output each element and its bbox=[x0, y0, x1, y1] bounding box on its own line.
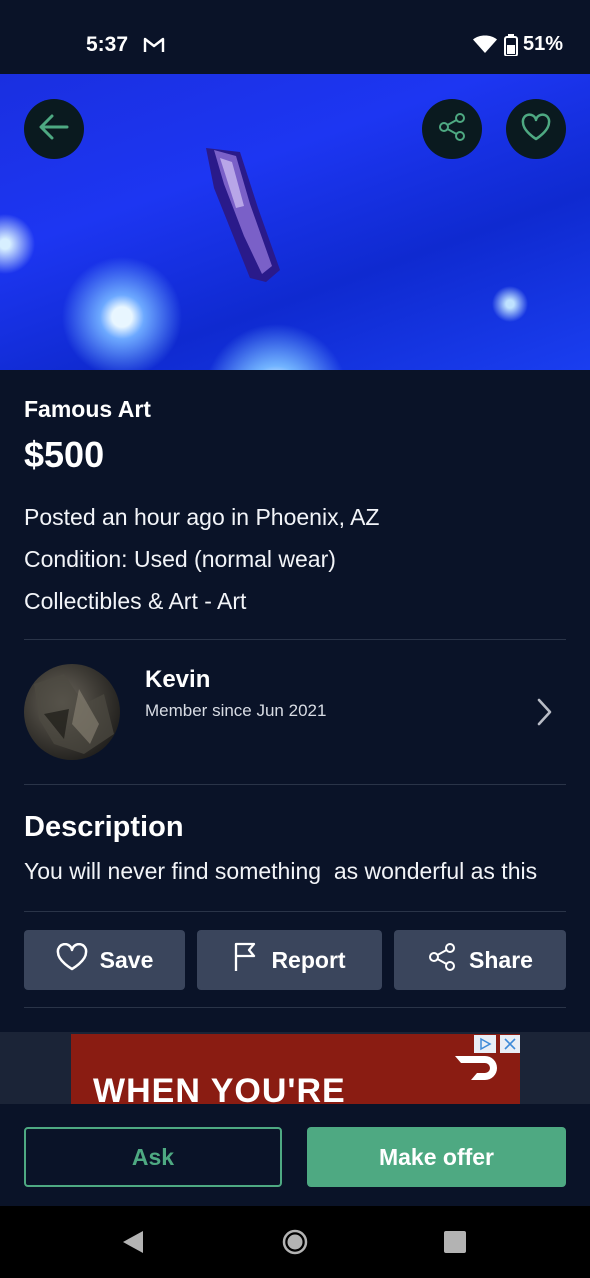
save-label: Save bbox=[99, 946, 154, 973]
posted-info: Posted an hour ago in Phoenix, AZ bbox=[24, 504, 380, 530]
item-title: Famous Art bbox=[24, 396, 151, 422]
share-label: Share bbox=[469, 946, 533, 973]
seller-name: Kevin bbox=[145, 666, 211, 693]
item-price: $500 bbox=[24, 434, 105, 475]
status-time: 5:37 bbox=[86, 33, 129, 56]
divider bbox=[24, 1007, 566, 1008]
ask-button[interactable]: Ask bbox=[24, 1127, 282, 1187]
description-heading: Description bbox=[24, 811, 184, 843]
category-info: Collectibles & Art - Art bbox=[24, 588, 247, 614]
avatar[interactable] bbox=[24, 664, 120, 760]
share-top-button[interactable] bbox=[422, 99, 482, 159]
arrow-left-icon bbox=[39, 114, 69, 145]
nav-back-icon[interactable] bbox=[122, 1230, 144, 1259]
report-label: Report bbox=[271, 946, 346, 973]
ad-headline: WHEN YOU'RE bbox=[93, 1072, 346, 1104]
divider bbox=[24, 911, 566, 912]
battery-icon bbox=[504, 34, 518, 61]
back-button[interactable] bbox=[24, 99, 84, 159]
favorite-top-button[interactable] bbox=[506, 99, 566, 159]
ad-banner[interactable]: WHEN YOU'RE bbox=[71, 1034, 520, 1104]
make-offer-button[interactable]: Make offer bbox=[307, 1127, 566, 1187]
wifi-icon bbox=[473, 35, 497, 59]
member-since: Member since Jun 2021 bbox=[145, 701, 327, 720]
status-bar: 5:37 51% bbox=[0, 0, 590, 74]
divider bbox=[24, 784, 566, 785]
share-icon bbox=[427, 942, 457, 978]
crystal-shape bbox=[206, 148, 280, 282]
listing-photo[interactable] bbox=[0, 74, 590, 370]
report-button[interactable]: Report bbox=[197, 930, 382, 990]
description-text: You will never find something as wonderf… bbox=[24, 858, 538, 884]
heart-icon bbox=[56, 942, 88, 977]
battery-percentage: 51% bbox=[523, 33, 564, 55]
share-button[interactable]: Share bbox=[394, 930, 566, 990]
ad-close-icon[interactable] bbox=[500, 1035, 520, 1058]
gmail-icon bbox=[143, 36, 165, 58]
nav-home-icon[interactable] bbox=[282, 1229, 308, 1260]
heart-icon bbox=[521, 112, 551, 146]
share-icon bbox=[437, 112, 467, 147]
chevron-right-icon[interactable] bbox=[536, 698, 552, 731]
flag-icon bbox=[233, 942, 259, 978]
save-button[interactable]: Save bbox=[24, 930, 185, 990]
ad-choices-icon[interactable] bbox=[474, 1035, 496, 1058]
divider bbox=[24, 639, 566, 640]
avatar-image bbox=[34, 674, 114, 754]
nav-recents-icon[interactable] bbox=[444, 1231, 466, 1258]
condition-info: Condition: Used (normal wear) bbox=[24, 546, 336, 572]
